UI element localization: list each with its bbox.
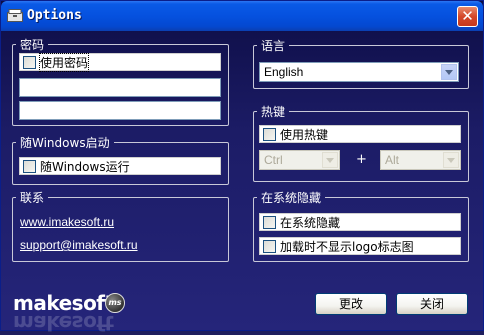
makesoft-logo: makesoft makesoft ms	[13, 291, 133, 335]
no-logo-on-load-checkbox[interactable]: 加载时不显示logo标志图	[259, 237, 461, 255]
dropdown-arrow-icon[interactable]	[322, 152, 338, 168]
checkbox-icon	[263, 239, 276, 253]
email-link[interactable]: support@imakesoft.ru	[20, 238, 138, 252]
website-link[interactable]: www.imakesoft.ru	[20, 215, 114, 229]
run-with-windows-checkbox[interactable]: 随Windows运行	[19, 157, 221, 175]
hide-in-tray-label: 在系统隐藏	[280, 215, 341, 230]
password-confirm-input[interactable]	[19, 101, 221, 120]
checkbox-icon	[23, 55, 36, 69]
dropdown-arrow-icon[interactable]	[443, 152, 459, 168]
hotkey-modifier1-select[interactable]: Ctrl	[259, 150, 340, 170]
use-hotkey-checkbox[interactable]: 使用热键	[259, 125, 461, 143]
hotkey-modifier1-value: Ctrl	[264, 153, 283, 167]
logo-badge: ms	[105, 293, 125, 313]
dropdown-arrow-icon[interactable]	[441, 64, 457, 80]
use-password-checkbox[interactable]: 使用密码	[19, 52, 221, 72]
tray-legend: 在系统隐藏	[261, 191, 322, 205]
hotkey-legend: 热键	[261, 105, 286, 119]
close-icon[interactable]: ✕	[457, 6, 478, 27]
hotkey-modifier2-select[interactable]: Alt	[380, 150, 461, 170]
language-selected-value: English	[264, 65, 304, 79]
logo-reflection: makesoft	[13, 311, 114, 335]
hotkey-modifier2-value: Alt	[385, 153, 400, 167]
title-bar[interactable]: Options ✕	[1, 1, 483, 31]
checkbox-icon	[263, 127, 276, 141]
close-button[interactable]: 关闭	[396, 293, 468, 315]
password-input[interactable]	[19, 78, 221, 97]
hotkey-plus-sign: +	[356, 152, 367, 167]
window-app-icon	[7, 9, 23, 22]
language-select[interactable]: English	[259, 62, 459, 82]
hide-in-tray-checkbox[interactable]: 在系统隐藏	[259, 213, 461, 231]
window-title: Options	[27, 8, 82, 23]
run-with-windows-label: 随Windows运行	[40, 159, 130, 174]
contact-legend: 联系	[20, 191, 45, 205]
language-legend: 语言	[261, 39, 286, 53]
no-logo-on-load-label: 加载时不显示logo标志图	[280, 239, 414, 254]
options-window: Options ✕ 密码 使用密码 随Windows启动 随Windows运行 …	[0, 0, 484, 335]
checkbox-icon	[23, 159, 36, 173]
apply-button[interactable]: 更改	[315, 293, 387, 315]
password-legend: 密码	[20, 38, 45, 52]
startup-legend: 随Windows启动	[20, 136, 110, 150]
use-hotkey-label: 使用热键	[280, 127, 329, 142]
checkbox-icon	[263, 215, 276, 229]
use-password-label: 使用密码	[38, 52, 90, 72]
